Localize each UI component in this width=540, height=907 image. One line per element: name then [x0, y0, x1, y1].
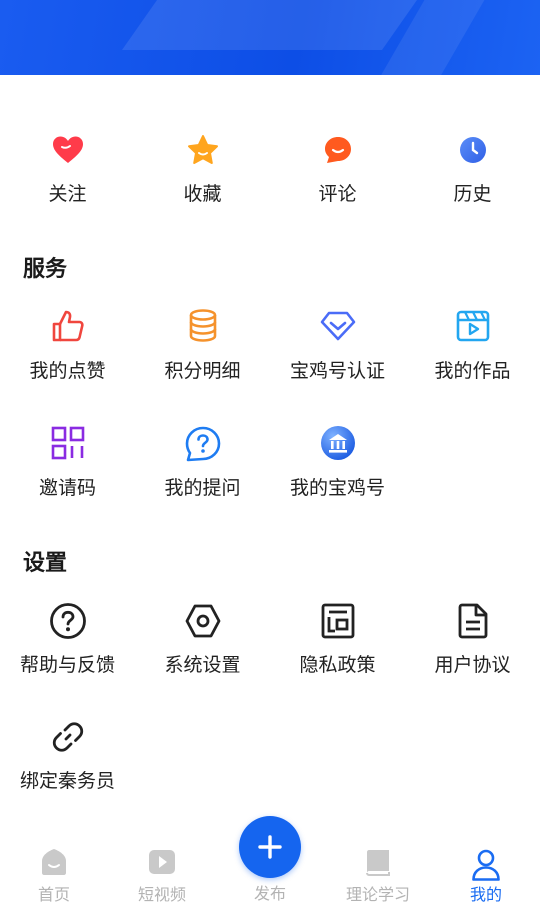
- book-icon: [365, 849, 391, 881]
- publish-label: 发布: [253, 884, 286, 903]
- setting-label: 隐私政策: [299, 654, 376, 676]
- setting-user-agreement[interactable]: 用户协议: [405, 602, 540, 682]
- tab-label: 理论学习: [345, 885, 410, 904]
- question-bubble-icon: [185, 426, 221, 466]
- link-icon: [51, 720, 85, 758]
- setting-help-feedback[interactable]: 帮助与反馈: [0, 602, 135, 682]
- service-label: 我的作品: [434, 360, 511, 382]
- service-label: 邀请码: [38, 477, 96, 499]
- play-icon: [148, 849, 176, 879]
- setting-label: 帮助与反馈: [19, 654, 115, 676]
- setting-label: 用户协议: [434, 654, 511, 676]
- tab-label: 短视频: [137, 885, 186, 904]
- setting-privacy-policy[interactable]: 隐私政策: [270, 602, 405, 682]
- heart-icon: [52, 135, 84, 169]
- service-my-baoji-account[interactable]: 我的宝鸡号: [270, 425, 405, 505]
- person-icon: [471, 849, 501, 885]
- profile-header-banner: [0, 0, 540, 75]
- help-circle-icon: [49, 602, 87, 644]
- quick-action-history[interactable]: 历史: [405, 133, 540, 213]
- file-text-icon: [457, 603, 489, 643]
- setting-system-settings[interactable]: 系统设置: [135, 602, 270, 682]
- tab-label: 我的: [469, 885, 502, 904]
- clock-icon: [459, 136, 487, 168]
- star-icon: [186, 134, 220, 170]
- quick-action-comments[interactable]: 评论: [270, 133, 405, 213]
- qr-code-icon: [51, 426, 85, 464]
- service-my-questions[interactable]: 我的提问: [135, 425, 270, 505]
- document-frame-icon: [321, 603, 355, 643]
- service-my-likes[interactable]: 我的点赞: [0, 308, 135, 388]
- tab-theory-study[interactable]: 理论学习: [324, 832, 432, 907]
- setting-bind-qinwuyuan[interactable]: 绑定秦务员: [0, 718, 135, 798]
- service-my-works[interactable]: 我的作品: [405, 308, 540, 388]
- service-label: 我的点赞: [29, 360, 106, 382]
- tab-short-video[interactable]: 短视频: [108, 832, 216, 907]
- hexagon-gear-icon: [184, 603, 222, 643]
- service-invite-code[interactable]: 邀请码: [0, 425, 135, 505]
- service-baoji-certification[interactable]: 宝鸡号认证: [270, 308, 405, 388]
- quick-action-label: 收藏: [183, 183, 222, 205]
- service-label: 我的宝鸡号: [289, 477, 385, 499]
- publish-button[interactable]: [239, 816, 301, 878]
- quick-action-label: 评论: [318, 183, 357, 205]
- museum-badge-icon: [320, 425, 356, 465]
- plus-icon: [257, 834, 283, 864]
- section-title-settings: 设置: [23, 551, 68, 576]
- tab-mine[interactable]: 我的: [432, 832, 540, 907]
- quick-action-favorites[interactable]: 收藏: [135, 133, 270, 213]
- quick-action-follow[interactable]: 关注: [0, 133, 135, 213]
- home-icon: [40, 849, 68, 879]
- setting-label: 系统设置: [164, 654, 241, 676]
- tab-label: 首页: [37, 885, 70, 904]
- quick-action-label: 关注: [48, 183, 87, 205]
- coins-stack-icon: [188, 309, 218, 347]
- tab-home[interactable]: 首页: [0, 832, 108, 907]
- service-label: 我的提问: [164, 477, 241, 499]
- video-clip-icon: [456, 309, 490, 347]
- service-label: 积分明细: [164, 360, 241, 382]
- quick-action-label: 历史: [453, 183, 492, 205]
- diamond-badge-icon: [319, 310, 357, 346]
- setting-label: 绑定秦务员: [19, 770, 115, 792]
- comment-icon: [323, 135, 353, 169]
- service-label: 宝鸡号认证: [289, 360, 385, 382]
- section-title-services: 服务: [23, 257, 68, 282]
- thumbs-up-icon: [51, 309, 85, 347]
- service-points-detail[interactable]: 积分明细: [135, 308, 270, 388]
